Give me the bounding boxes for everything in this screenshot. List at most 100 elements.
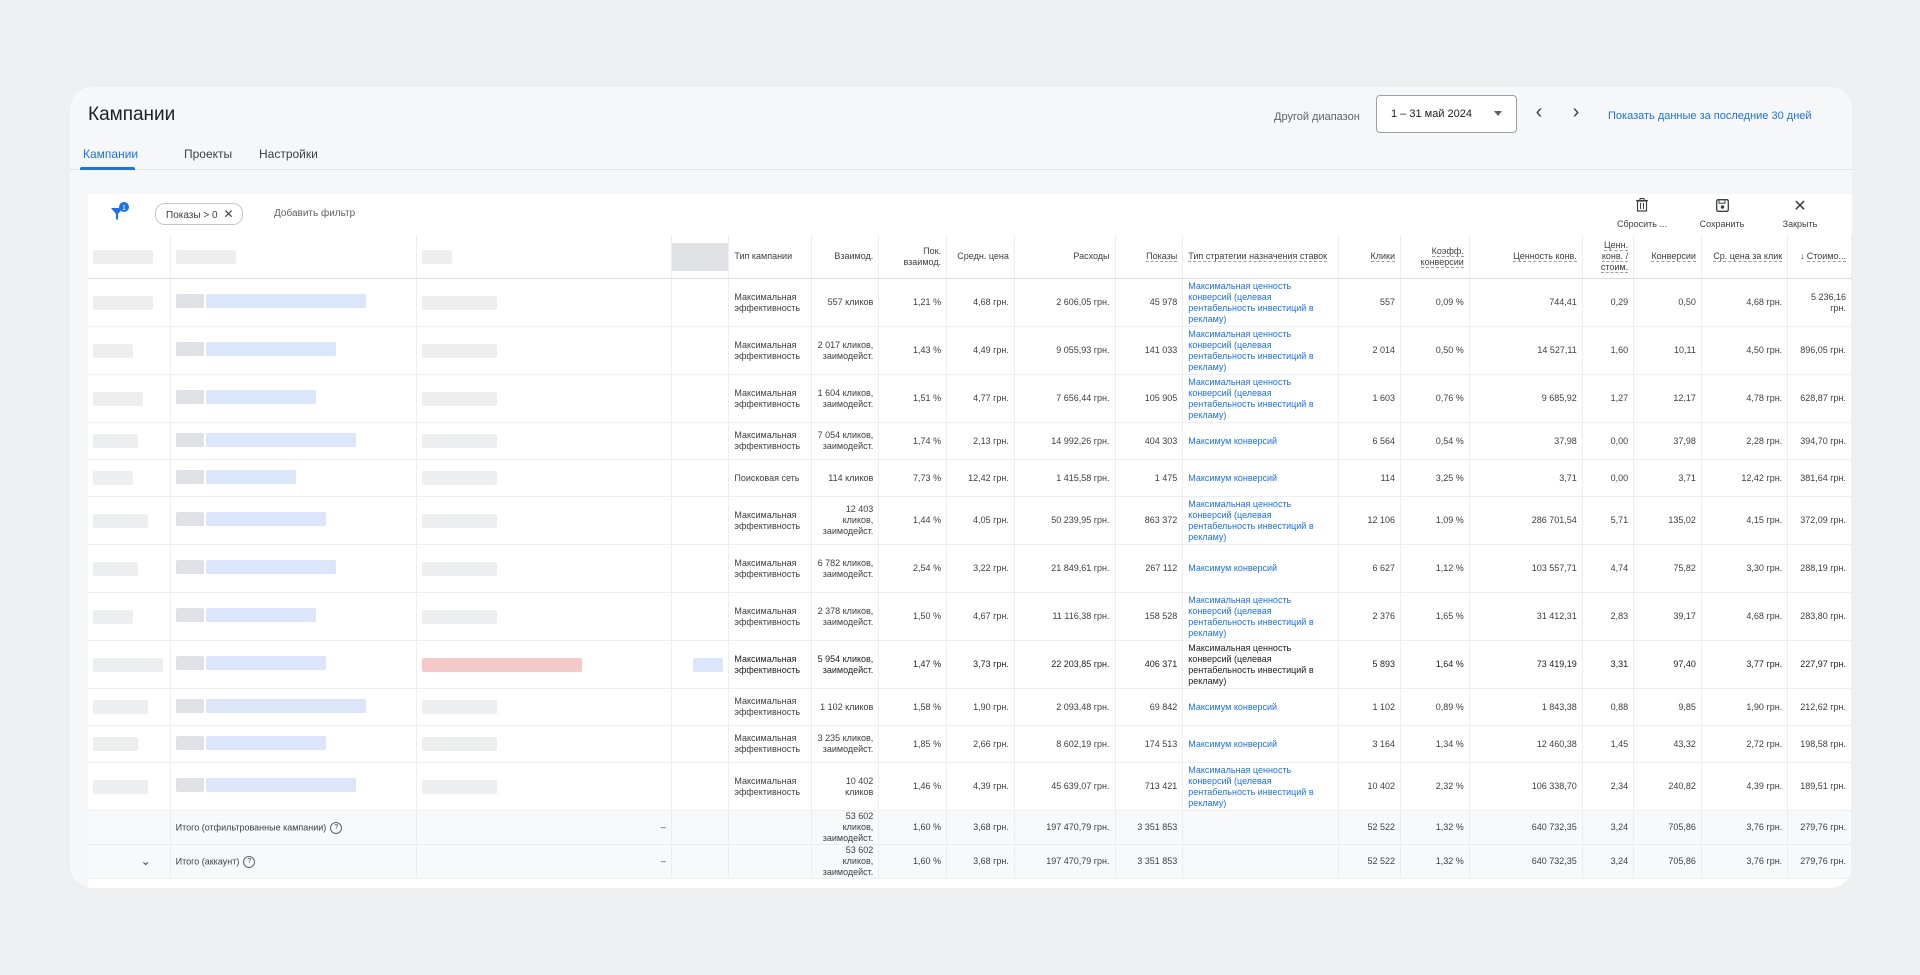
clicks: 1 603 (1338, 374, 1401, 423)
chevron-down-icon[interactable]: ⌄ (141, 855, 151, 867)
bid-strategy-link[interactable]: Максимум конверсий (1182, 459, 1340, 497)
col-avg-cpc[interactable]: Ср. цена за клик (1701, 235, 1789, 279)
col-interactions[interactable]: Взаимод. (811, 235, 880, 279)
table-row[interactable]: Максимальная эффективность 5 954 кликов, … (88, 640, 1852, 689)
table-row[interactable]: Поисковая сеть 114 кликов 7,73 % 12,42 грн.… (88, 459, 1852, 497)
last-30-days-link[interactable]: Показать данные за последние 30 дней (1608, 110, 1812, 122)
conversions: 0,50 (1633, 278, 1702, 327)
filter-chip[interactable]: Показы > 0 ✕ (155, 203, 243, 225)
campaign-name-redacted[interactable] (170, 544, 418, 593)
conversions: 9,85 (1633, 688, 1702, 726)
bid-strategy-link[interactable]: Максимум конверсий (1182, 725, 1340, 763)
col-impressions[interactable]: Показы (1115, 235, 1184, 279)
date-range-picker[interactable]: 1 – 31 май 2024 (1376, 95, 1517, 133)
close-icon[interactable]: ✕ (224, 207, 234, 221)
col-avg-cost[interactable]: Средн. цена (946, 235, 1015, 279)
value-per-cost: 4,74 (1582, 544, 1635, 593)
conv-rate: 0,09 % (1400, 278, 1470, 327)
col-value-per-cost[interactable]: Ценн. конв. / стоим. (1582, 235, 1635, 279)
bid-strategy-link[interactable]: Максимальная ценность конверсий (целевая… (1182, 374, 1340, 423)
col-conv-rate[interactable]: Коэфф. конверсии (1400, 235, 1470, 279)
col-conversions[interactable]: Конверсии (1633, 235, 1702, 279)
tab-campaigns[interactable]: Кампании (83, 147, 138, 161)
clicks: 6 627 (1338, 544, 1401, 593)
table-row[interactable]: Максимальная эффективность 557 кликов 1,21… (88, 278, 1852, 327)
campaign-name-redacted[interactable] (170, 496, 418, 545)
reset-button[interactable]: Сбросить ... (1612, 198, 1672, 229)
filter-icon[interactable]: 1 (109, 202, 131, 224)
bid-strategy-link[interactable]: Максимум конверсий (1182, 688, 1340, 726)
total-expander (88, 810, 171, 845)
interaction-rate: 1,44 % (878, 496, 948, 545)
col-cost[interactable]: Расходы (1014, 235, 1116, 279)
bid-strategy-link[interactable]: Максимальная ценность конверсий (целевая… (1182, 762, 1340, 811)
campaign-name-redacted[interactable] (170, 592, 418, 641)
tab-settings[interactable]: Настройки (259, 147, 318, 161)
help-icon[interactable]: ? (243, 855, 256, 868)
table-row[interactable]: Максимальная эффективность 10 402 кликов 1… (88, 762, 1852, 811)
impressions: 713 421 (1115, 762, 1184, 811)
campaigns-panel: Кампании Другой диапазон 1 – 31 май 2024… (70, 87, 1852, 888)
col-conv-value[interactable]: Ценность конв. (1469, 235, 1583, 279)
campaign-name-redacted[interactable] (170, 278, 418, 327)
bid-strategy-link[interactable]: Максимум конверсий (1182, 422, 1340, 460)
total-clicks: 52 522 (1338, 844, 1401, 879)
campaign-name-redacted[interactable] (170, 640, 418, 689)
cost-per-conv: 212,62 грн. (1787, 688, 1852, 726)
save-button[interactable]: Сохранить (1692, 198, 1752, 229)
campaign-name-redacted[interactable] (170, 459, 418, 497)
bid-strategy-link[interactable]: Максимальная ценность конверсий (целевая… (1182, 640, 1340, 689)
close-button[interactable]: ✕ Закрыть (1770, 198, 1830, 229)
total-dash: – (416, 844, 672, 879)
total-cost-per-conv: 279,76 грн. (1787, 810, 1852, 845)
redacted-cell (416, 688, 672, 726)
campaign-name-redacted[interactable] (170, 688, 418, 726)
table-row[interactable]: Максимальная эффективность 3 235 кликов, … (88, 725, 1852, 763)
chevron-right-icon[interactable]: › (1566, 102, 1586, 123)
table-row[interactable]: Максимальная эффективность 2 378 кликов, … (88, 592, 1852, 641)
table-row[interactable]: Максимальная эффективность 6 782 кликов, … (88, 544, 1852, 593)
total-cost-per-conv: 279,76 грн. (1787, 844, 1852, 879)
table-row[interactable]: Максимальная эффективность 1 102 кликов 1,… (88, 688, 1852, 726)
avg-cpc: 4,50 грн. (1701, 326, 1789, 375)
total-expander[interactable]: ⌄ (88, 844, 171, 879)
col-campaign-type[interactable]: Тип кампании (728, 235, 812, 279)
table-row[interactable]: Максимальная эффективность 12 403 кликов,… (88, 496, 1852, 545)
avg-cpc: 3,77 грн. (1701, 640, 1789, 689)
col-clicks[interactable]: Клики (1338, 235, 1401, 279)
value-per-cost: 0,00 (1582, 422, 1635, 460)
table-row[interactable]: Максимальная эффективность 7 054 кликов, … (88, 422, 1852, 460)
bid-strategy-link[interactable]: Максимальная ценность конверсий (целевая… (1182, 592, 1340, 641)
redacted-cell (416, 422, 672, 460)
bid-strategy-link[interactable]: Максимальная ценность конверсий (целевая… (1182, 496, 1340, 545)
tab-projects[interactable]: Проекты (184, 147, 232, 161)
cost-per-conv: 198,58 грн. (1787, 725, 1852, 763)
redacted-cell (88, 496, 171, 545)
campaign-name-redacted[interactable] (170, 725, 418, 763)
bid-strategy-link[interactable]: Максимум конверсий (1182, 544, 1340, 593)
clicks: 3 164 (1338, 725, 1401, 763)
cost: 2 606,05 грн. (1014, 278, 1116, 327)
campaign-name-redacted[interactable] (170, 326, 418, 375)
campaign-name-redacted[interactable] (170, 374, 418, 423)
impressions: 404 303 (1115, 422, 1184, 460)
cost-per-conv: 283,80 грн. (1787, 592, 1852, 641)
filter-badge: 1 (122, 205, 126, 212)
table-row[interactable]: Максимальная эффективность 1 604 кликов, … (88, 374, 1852, 423)
chevron-left-icon[interactable]: ‹ (1529, 102, 1549, 123)
help-icon[interactable]: ? (330, 821, 343, 834)
bid-strategy-link[interactable]: Максимальная ценность конверсий (целевая… (1182, 326, 1340, 375)
bid-strategy-link[interactable]: Максимальная ценность конверсий (целевая… (1182, 278, 1340, 327)
total-conversions: 705,86 (1633, 844, 1702, 879)
col-cost-per-conv-label: Стоимо... (1806, 251, 1846, 262)
campaign-name-redacted[interactable] (170, 762, 418, 811)
col-cost-per-conv[interactable]: ↓ Стоимо... (1787, 235, 1852, 279)
table-row[interactable]: Максимальная эффективность 2 017 кликов, … (88, 326, 1852, 375)
conv-value: 73 419,19 (1469, 640, 1583, 689)
col-bid-strategy[interactable]: Тип стратегии назначения ставок (1182, 235, 1340, 279)
campaign-name-redacted[interactable] (170, 422, 418, 460)
cost-per-conv: 5 236,16 грн. (1787, 278, 1852, 327)
cost-per-conv: 288,19 грн. (1787, 544, 1852, 593)
col-interaction-rate[interactable]: Пок. взаимод. (878, 235, 948, 279)
add-filter-button[interactable]: Добавить фильтр (274, 208, 355, 219)
